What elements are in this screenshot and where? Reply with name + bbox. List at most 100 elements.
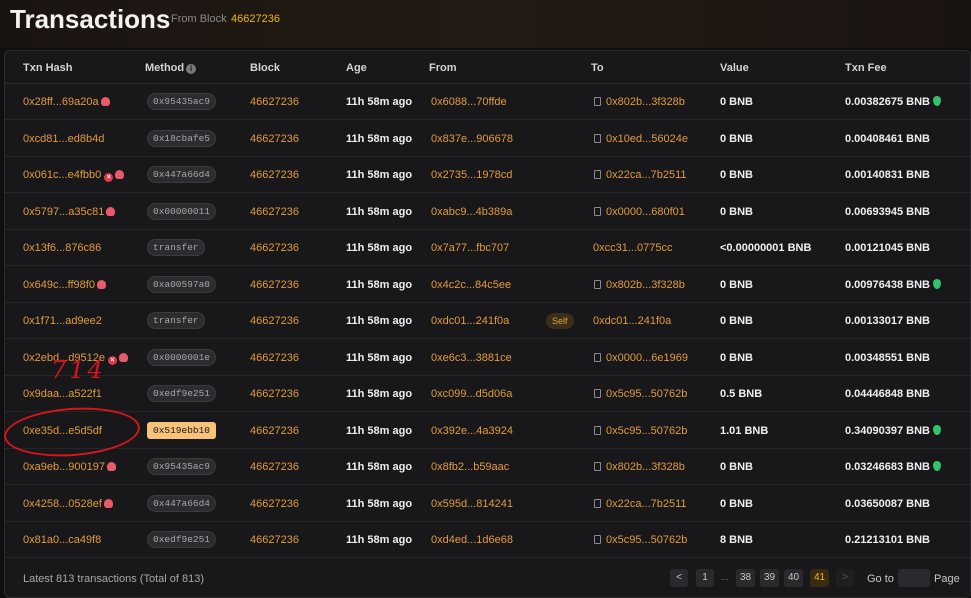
txn-fee-value: 0.03246683 BNB (845, 461, 931, 473)
txn-hash-link[interactable]: 0x28ff...69a20a (23, 96, 110, 108)
to-address-link[interactable]: 0x0000...6e1969 (594, 352, 688, 364)
block-link[interactable]: 46627236 (250, 242, 299, 254)
block-link[interactable]: 46627236 (250, 279, 299, 291)
page-40-button[interactable]: 40 (784, 569, 804, 587)
txn-hash-link[interactable]: 0x2ebd...d9512e × (23, 352, 128, 365)
info-icon[interactable]: i (186, 64, 197, 74)
method-badge: 0xedf9e251 (147, 531, 217, 548)
to-address-link[interactable]: 0x10ed...56024e (594, 133, 688, 145)
to-address-link[interactable]: 0x5c95...50762b (594, 388, 687, 400)
skull-icon (96, 279, 106, 289)
from-address-link[interactable]: 0xdc01...241f0a (431, 315, 509, 327)
value-text: 0 BNB (720, 205, 754, 218)
to-address-text: 0x10ed...56024e (606, 132, 688, 145)
txn-hash-text: 0x13f6...876c86 (23, 242, 102, 254)
to-address-link[interactable]: 0x22ca...7b2511 (594, 498, 687, 510)
txn-hash-text: 0x649c...ff98f0 (23, 278, 95, 291)
col-age[interactable]: Age (346, 62, 367, 74)
txn-fee-value: 0.00693945 BNB (845, 205, 931, 218)
txn-hash-link[interactable]: 0x061c...e4fbb0 × (23, 169, 125, 182)
from-address-link[interactable]: 0xabc9...4b389a (431, 206, 512, 218)
txn-fee-text: 0.21213101 BNB (845, 534, 930, 546)
to-address-text: 0x5c95...50762b (606, 424, 688, 437)
txn-hash-link[interactable]: 0x5797...a35c81 (23, 206, 116, 218)
to-address-link[interactable]: 0x802b...3f328b (594, 279, 685, 291)
to-address-link[interactable]: 0x0000...680f01 (594, 206, 685, 218)
block-link[interactable]: 46627236 (250, 352, 299, 364)
txn-fee-value: 0.00140831 BNB (845, 169, 931, 181)
from-address-link[interactable]: 0x2735...1978cd (431, 169, 512, 181)
page-38-button[interactable]: 38 (736, 569, 756, 587)
to-address-link[interactable]: 0x22ca...7b2511 (594, 169, 687, 181)
txn-hash-link[interactable]: 0x649c...ff98f0 (23, 279, 106, 291)
to-address-link[interactable]: 0x802b...3f328b (594, 461, 685, 473)
from-address-link[interactable]: 0x595d...814241 (431, 498, 513, 510)
fee-saver-icon (933, 461, 942, 471)
txn-hash-link[interactable]: 0xcd81...ed8b4d (23, 133, 104, 145)
txn-fee-value: 0.03650087 BNB (845, 497, 931, 510)
txn-hash-text: 0x061c...e4fbb0 (23, 169, 102, 181)
goto-page-input[interactable] (898, 569, 930, 587)
method-badge: 0xa00597a0 (147, 275, 217, 293)
contract-icon (594, 352, 601, 362)
from-address-link[interactable]: 0x7a77...fbc707 (431, 242, 509, 254)
txn-fee-text: 0.03650087 BNB (845, 498, 930, 510)
page-1-button[interactable]: 1 (696, 569, 714, 587)
txn-hash-link[interactable]: 0xe35d...e5d5df (23, 425, 102, 437)
to-address-text: 0x802b...3f328b (606, 461, 685, 473)
from-address-link[interactable]: 0x392e...4a3924 (431, 425, 513, 437)
block-link[interactable]: 46627236 (250, 534, 299, 546)
to-address-link[interactable]: 0x5c95...50762b (594, 534, 687, 546)
page-label: Page (934, 573, 960, 585)
from-address-link[interactable]: 0xd4ed...1d6e68 (431, 534, 513, 546)
to-address-text: 0x802b...3f328b (606, 278, 685, 291)
txn-hash-link[interactable]: 0xa9eb...900197 (23, 461, 116, 473)
txn-hash-link[interactable]: 0x81a0...ca49f8 (23, 534, 101, 546)
contract-icon (594, 498, 601, 508)
from-address-link[interactable]: 0x6088...70ffde (431, 96, 507, 108)
block-link[interactable]: 46627236 (250, 388, 299, 400)
error-icon: × (107, 355, 117, 365)
txn-hash-link[interactable]: 0x1f71...ad9ee2 (23, 315, 102, 327)
block-link[interactable]: 46627236 (250, 498, 299, 510)
txn-hash-link[interactable]: 0x9daa...a522f1 (23, 388, 102, 400)
table-row: 0x28ff...69a20a 0x95435ac9 46627236 11h 58m… (5, 84, 970, 120)
from-address-link[interactable]: 0xe6c3...3881ce (431, 352, 512, 364)
from-address-link[interactable]: 0x4c2c...84c5ee (431, 279, 511, 291)
block-link[interactable]: 46627236 (250, 425, 299, 437)
page-title: Transactions (10, 4, 171, 34)
page-39-button[interactable]: 39 (760, 569, 780, 587)
page-41-button[interactable]: 41 (810, 569, 830, 587)
from-block-link[interactable]: 46627236 (231, 13, 280, 25)
method-badge: 0x00000011 (147, 202, 217, 220)
block-link[interactable]: 46627236 (250, 315, 299, 327)
txn-hash-link[interactable]: 0x13f6...876c86 (23, 242, 101, 254)
block-link[interactable]: 46627236 (250, 133, 299, 145)
col-txn-fee[interactable]: Txn Fee (845, 62, 887, 74)
to-address-link[interactable]: 0xcc31...0775cc (593, 242, 673, 254)
from-address-link[interactable]: 0x837e...906678 (431, 133, 513, 145)
value-text: 0 BNB (720, 351, 754, 364)
to-address-link[interactable]: 0xdc01...241f0a (593, 315, 671, 327)
block-link[interactable]: 46627236 (250, 169, 299, 181)
block-link[interactable]: 46627236 (250, 461, 299, 473)
txn-hash-text: 0x2ebd...d9512e (23, 351, 105, 364)
txn-fee-text: 0.00121045 BNB (845, 242, 930, 254)
age-text: 11h 58m ago (346, 315, 413, 327)
next-page-button[interactable]: > (836, 569, 854, 587)
contract-icon (594, 279, 601, 289)
block-link[interactable]: 46627236 (250, 206, 299, 218)
txn-fee-text: 0.34090397 BNB (845, 424, 942, 437)
method-badge: 0x18cbafe5 (147, 129, 217, 147)
from-address-link[interactable]: 0xc099...d5d06a (431, 388, 512, 400)
contract-icon (594, 425, 601, 435)
value-text: 8 BNB (720, 534, 754, 546)
from-address-link[interactable]: 0x8fb2...b59aac (431, 461, 509, 473)
method-badge: 0xedf9e251 (147, 385, 217, 402)
to-address-link[interactable]: 0x5c95...50762b (594, 425, 687, 437)
skull-icon (115, 170, 125, 179)
block-link[interactable]: 46627236 (250, 96, 299, 108)
prev-page-button[interactable]: < (670, 569, 688, 587)
txn-hash-link[interactable]: 0x4258...0528ef (23, 498, 113, 510)
to-address-link[interactable]: 0x802b...3f328b (594, 96, 685, 108)
